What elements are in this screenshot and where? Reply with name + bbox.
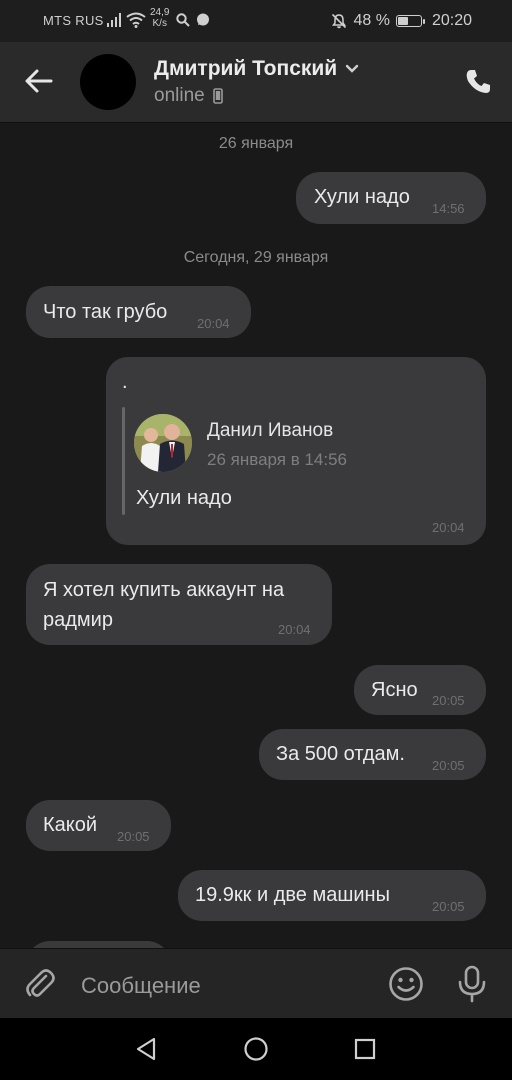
message-bubble-incoming[interactable]: Что так грубо 20:04: [26, 286, 251, 338]
mobile-device-icon: [212, 88, 223, 104]
chevron-down-icon: [346, 64, 359, 73]
message-time: 20:05: [117, 829, 150, 844]
message-bubble-outgoing[interactable]: Хули надо 14:56: [296, 172, 486, 224]
message-input[interactable]: Сообщение: [81, 973, 201, 999]
clock: 20:20: [431, 12, 472, 29]
carrier-label: MTS RUS: [43, 13, 104, 28]
message-text: Ясно: [371, 679, 418, 701]
message-text: Какой: [43, 814, 98, 836]
search-notification-icon: [176, 13, 190, 27]
message-bubble-outgoing-reply[interactable]: . Данил Иванов 26 января в 14:56 Хули на…: [106, 357, 486, 545]
message-bubble-outgoing[interactable]: За 500 отдам. 20:05: [259, 729, 486, 780]
date-separator: 26 января: [218, 135, 294, 152]
reply-text: Хули надо: [136, 487, 232, 509]
message-time: 14:56: [432, 201, 465, 216]
status-bar: MTS RUS 24,9 K/s 48 % 20:20: [0, 0, 512, 42]
presence-label: online: [154, 85, 205, 106]
system-navigation-bar: [0, 1018, 512, 1080]
attach-paperclip-icon[interactable]: [24, 967, 56, 1001]
message-time: 20:05: [432, 758, 465, 773]
message-time: 20:04: [278, 622, 311, 637]
reply-author-name: Данил Иванов: [207, 420, 334, 441]
contact-avatar[interactable]: [80, 54, 136, 110]
network-speed: 24,9 K/s: [150, 7, 169, 29]
message-list[interactable]: 26 января Хули надо 14:56 Сегодня, 29 ян…: [0, 123, 512, 948]
phone-call-icon[interactable]: [464, 68, 492, 96]
chat-notification-icon: [197, 13, 209, 26]
presence-status: online: [154, 85, 223, 107]
reply-author-avatar: [134, 414, 192, 472]
nav-recents-icon[interactable]: [353, 1036, 377, 1062]
contact-name-button[interactable]: Дмитрий Топский: [154, 57, 359, 81]
message-bubble-outgoing[interactable]: Ясно 20:05: [354, 665, 486, 715]
message-bubble-incoming[interactable]: Я хотел купить аккаунт на радмир 20:04: [26, 564, 332, 645]
battery-percent: 48 %: [353, 12, 390, 29]
contact-name: Дмитрий Топский: [154, 57, 338, 80]
message-composer: Сообщение: [0, 948, 512, 1019]
emoji-icon[interactable]: [388, 966, 424, 1002]
network-speed-unit: K/s: [152, 18, 167, 29]
reply-date: 26 января в 14:56: [207, 450, 348, 469]
message-time: 20:05: [432, 693, 465, 708]
nav-home-icon[interactable]: [243, 1036, 269, 1062]
message-bubble-incoming-partial[interactable]: [26, 941, 171, 948]
message-text: 19.9кк и две машины: [195, 884, 390, 906]
mute-notifications-icon: [332, 13, 347, 29]
network-speed-value: 24,9: [150, 7, 170, 18]
message-text-line: радмир: [43, 609, 113, 631]
message-text: .: [122, 371, 128, 393]
message-time: 20:04: [432, 520, 465, 535]
message-time: 20:04: [197, 316, 230, 331]
signal-icon: [107, 13, 121, 27]
message-text: Что так грубо: [43, 301, 168, 323]
nav-back-icon[interactable]: [134, 1036, 158, 1062]
status-right: 48 % 20:20: [331, 12, 472, 30]
chat-header: Дмитрий Топский online: [0, 42, 512, 123]
message-text-line: Я хотел купить аккаунт на: [43, 579, 285, 601]
reply-quote-bar: [122, 407, 125, 515]
battery-icon: [395, 15, 425, 27]
message-time: 20:05: [432, 899, 465, 914]
message-bubble-incoming[interactable]: Какой 20:05: [26, 800, 171, 851]
message-text: Хули надо: [314, 186, 410, 208]
message-text: За 500 отдам.: [276, 743, 405, 765]
message-bubble-outgoing[interactable]: 19.9кк и две машины 20:05: [178, 870, 486, 921]
back-arrow-icon[interactable]: [24, 68, 54, 94]
microphone-icon[interactable]: [456, 965, 488, 1003]
date-separator: Сегодня, 29 января: [183, 249, 329, 266]
wifi-icon: [126, 12, 146, 28]
